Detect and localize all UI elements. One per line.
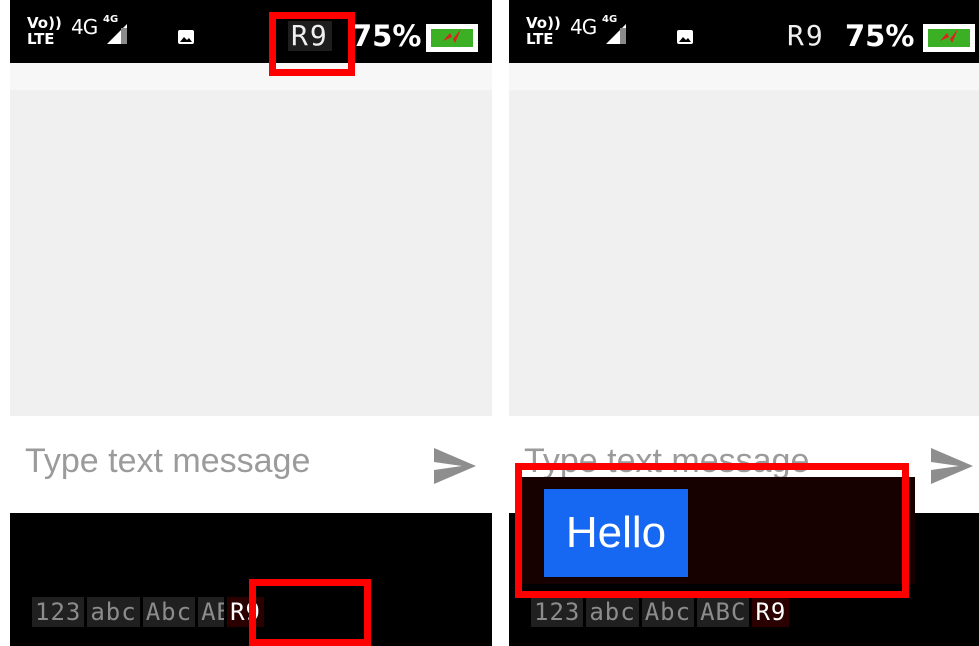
highlight-box-status-mode	[269, 12, 355, 76]
volte-indicator: Vo)) LTE	[27, 15, 67, 51]
image-notification-icon	[178, 29, 194, 48]
input-mode-bar: 123abcAbcABCR9	[531, 597, 792, 627]
highlight-box-mode-key	[249, 579, 371, 646]
battery-percent: 75%	[845, 19, 915, 53]
message-input[interactable]: Type text message	[25, 442, 310, 481]
send-icon[interactable]	[432, 446, 478, 486]
input-mode-indicator: R9	[787, 19, 825, 52]
mode-key-123[interactable]: 123	[531, 597, 584, 627]
message-list-top	[509, 63, 979, 90]
status-bar: Vo)) LTE 4G 4G R9 75%	[509, 0, 979, 63]
mode-key-R9[interactable]: R9	[752, 597, 790, 627]
send-icon[interactable]	[929, 446, 975, 486]
mode-key-Abc[interactable]: Abc	[641, 597, 695, 627]
message-thread-area[interactable]	[10, 90, 492, 416]
mode-key-Abc[interactable]: Abc	[142, 597, 196, 627]
battery-icon	[923, 24, 975, 52]
mode-key-123[interactable]: 123	[32, 597, 85, 627]
message-list-top	[10, 63, 492, 90]
signal-strength-icon: 4G	[103, 14, 129, 44]
network-type: 4G	[570, 15, 597, 39]
volte-label: Vo))	[27, 14, 62, 32]
signal-strength-icon: 4G	[602, 14, 628, 44]
compose-bar: Type text message	[10, 416, 492, 513]
screen-left: Vo)) LTE 4G 4G R9 75% Type text message …	[10, 0, 492, 646]
network-type: 4G	[71, 15, 98, 39]
input-mode-bar: 123abcAbcABCR9	[32, 597, 267, 627]
battery-percent: 75%	[352, 19, 422, 53]
lte-label: LTE	[526, 30, 554, 48]
highlight-box-suggestion	[515, 463, 909, 598]
volte-label: Vo))	[526, 14, 561, 32]
mode-key-ABC[interactable]: ABC	[198, 597, 225, 627]
status-bar: Vo)) LTE 4G 4G R9 75%	[10, 0, 492, 63]
mode-key-ABC[interactable]: ABC	[697, 597, 750, 627]
message-thread-area[interactable]	[509, 90, 979, 416]
volte-indicator: Vo)) LTE	[526, 15, 566, 51]
image-notification-icon	[677, 29, 693, 48]
mode-key-abc[interactable]: abc	[586, 597, 639, 627]
mode-key-abc[interactable]: abc	[87, 597, 140, 627]
lte-label: LTE	[27, 30, 55, 48]
battery-icon	[426, 24, 478, 52]
